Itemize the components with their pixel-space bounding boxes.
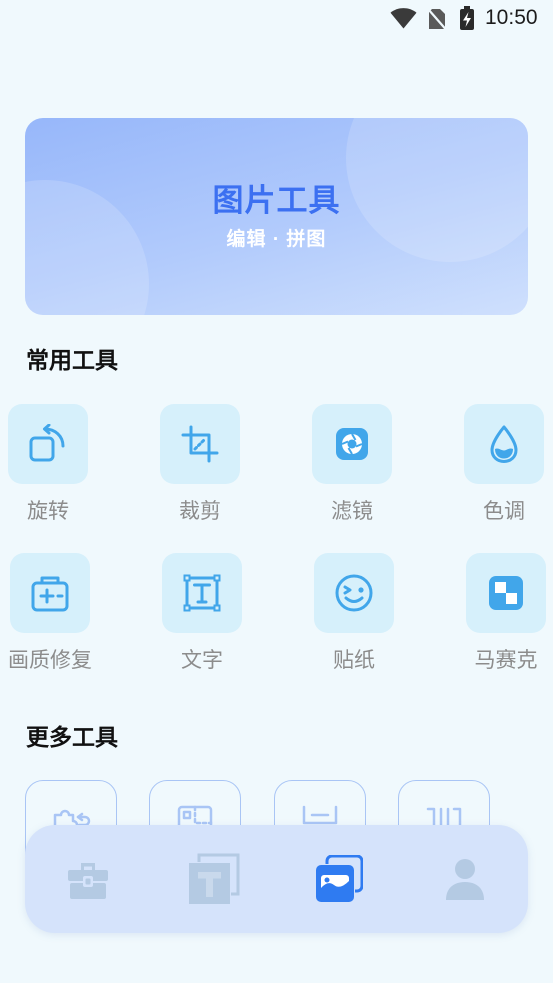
tool-filter[interactable]: 滤镜: [306, 404, 398, 524]
nav-item-gallery[interactable]: [277, 825, 403, 933]
battery-charging-icon: [460, 6, 474, 30]
tool-label: 裁剪: [179, 500, 221, 523]
status-bar: 10:50: [0, 0, 553, 38]
crop-icon: [181, 425, 219, 463]
nav-item-text-templates[interactable]: [151, 825, 277, 933]
nav-item-profile[interactable]: [402, 825, 528, 933]
tool-tone[interactable]: 色调: [458, 404, 550, 524]
tool-text[interactable]: 文字: [156, 553, 248, 673]
banner-title: 图片工具: [212, 183, 341, 218]
tool-tile[interactable]: [162, 553, 242, 633]
hero-banner: 图片工具 编辑 · 拼图: [25, 118, 528, 315]
section-title-more-tools: 更多工具: [26, 724, 118, 750]
tool-rotate[interactable]: 旋转: [2, 404, 94, 524]
tool-tile[interactable]: [8, 404, 88, 484]
tool-tile[interactable]: [314, 553, 394, 633]
section-title-common-tools: 常用工具: [26, 347, 118, 373]
tool-label: 色调: [483, 500, 525, 523]
nav-item-tools[interactable]: [25, 825, 151, 933]
tool-mosaic[interactable]: 马赛克: [460, 553, 552, 673]
enhance-icon: [31, 576, 69, 612]
text-template-icon: [188, 853, 240, 904]
wifi-icon: [390, 8, 417, 29]
tool-label: 贴纸: [333, 649, 375, 672]
toolbox-icon: [67, 863, 108, 899]
tool-enhance[interactable]: 画质修复: [4, 553, 96, 673]
tool-label: 滤镜: [331, 500, 373, 523]
filter-icon: [336, 428, 368, 460]
tool-tile[interactable]: [466, 553, 546, 633]
banner-subtitle: 编辑 · 拼图: [226, 229, 327, 250]
mosaic-icon: [489, 576, 523, 610]
profile-icon: [446, 859, 485, 900]
sticker-icon: [335, 574, 373, 612]
tool-label: 旋转: [27, 500, 69, 523]
tone-drop-icon: [490, 425, 518, 463]
tool-crop[interactable]: 裁剪: [154, 404, 246, 524]
tool-label: 马赛克: [474, 649, 538, 672]
tool-sticker[interactable]: 贴纸: [308, 553, 400, 673]
gallery-icon: [316, 855, 364, 902]
status-time: 10:50: [485, 6, 538, 29]
tool-tile[interactable]: [312, 404, 392, 484]
no-sim-icon: [428, 8, 446, 30]
tool-tile[interactable]: [160, 404, 240, 484]
bottom-nav: [25, 825, 528, 933]
tool-tile[interactable]: [10, 553, 90, 633]
tool-tile[interactable]: [464, 404, 544, 484]
tool-label: 文字: [181, 649, 223, 672]
rotate-icon: [29, 424, 65, 462]
text-icon: [183, 574, 221, 612]
tool-label: 画质修复: [8, 649, 92, 672]
